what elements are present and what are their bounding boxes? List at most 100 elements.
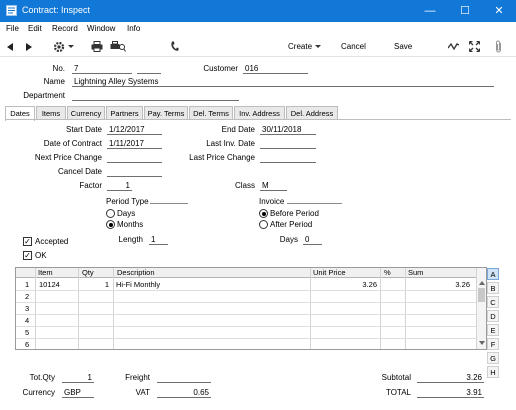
items-grid: Item Qty Description Unit Price % Sum 1 … <box>15 267 487 350</box>
total-field: 3.91 <box>417 388 484 398</box>
side-tab-a[interactable]: A <box>487 268 499 280</box>
row-item-cell[interactable]: 10124 <box>39 279 77 290</box>
cancel-date-field[interactable] <box>107 167 162 177</box>
row-pct-cell[interactable] <box>382 279 402 290</box>
no-suffix-field[interactable] <box>137 64 161 74</box>
create-dropdown-icon[interactable] <box>315 45 321 49</box>
row-qty-cell[interactable]: 1 <box>80 279 109 290</box>
minimize-icon: — <box>424 5 436 17</box>
before-period-radio[interactable] <box>259 209 268 218</box>
currency-field[interactable]: GBP <box>62 388 94 398</box>
class-field[interactable]: M <box>260 181 287 191</box>
tab-del-address[interactable]: Del. Address <box>286 106 338 120</box>
next-record-icon[interactable] <box>26 43 33 51</box>
grid-col-divider <box>113 268 114 349</box>
grid-col-divider <box>78 268 79 349</box>
total-label: TOTAL <box>385 388 411 397</box>
start-date-label: Start Date <box>65 125 102 134</box>
col-header-sum: Sum <box>408 268 424 277</box>
activity-icon[interactable] <box>448 42 459 51</box>
no-field[interactable]: 7 <box>72 64 132 74</box>
accepted-label: Accepted <box>35 237 69 246</box>
vat-label: VAT <box>135 388 150 397</box>
period-days-radio[interactable] <box>106 209 115 218</box>
side-tab-g[interactable]: G <box>487 352 499 364</box>
tot-qty-field: 1 <box>62 373 94 383</box>
length-field[interactable]: 1 <box>149 235 168 245</box>
tab-items[interactable]: Items <box>36 106 66 120</box>
after-period-radio[interactable] <box>259 220 268 229</box>
row-number: 5 <box>25 328 30 337</box>
accepted-checkbox[interactable]: ✓ <box>23 237 32 246</box>
tab-partners[interactable]: Partners <box>106 106 143 120</box>
side-tab-d[interactable]: D <box>487 310 499 322</box>
side-tab-f[interactable]: F <box>487 338 499 350</box>
maximize-icon: ☐ <box>460 5 470 17</box>
window-title: Contract: Inspect <box>22 5 91 15</box>
cancel-date-label: Cancel Date <box>57 167 102 176</box>
side-tab-b[interactable]: B <box>487 282 499 294</box>
period-months-radio[interactable] <box>106 220 115 229</box>
menu-info[interactable]: Info <box>127 24 140 33</box>
department-field[interactable] <box>72 91 239 101</box>
grid-col-divider <box>380 268 381 349</box>
row-number: 6 <box>25 340 30 349</box>
previous-record-icon[interactable] <box>7 43 14 51</box>
row-description-cell[interactable]: Hi-Fi Monthly <box>116 279 306 290</box>
period-type-rule <box>150 203 188 204</box>
gear-icon[interactable] <box>53 41 65 53</box>
save-button[interactable]: Save <box>394 42 412 51</box>
minimize-button[interactable]: — <box>413 0 447 22</box>
menu-window[interactable]: Window <box>87 24 115 33</box>
freight-field[interactable] <box>157 373 211 383</box>
name-field[interactable]: Lightning Alley Systems <box>72 77 494 87</box>
tab-pay-terms[interactable]: Pay. Terms <box>144 106 188 120</box>
tab-currency[interactable]: Currency <box>67 106 105 120</box>
end-date-field[interactable]: 30/11/2018 <box>260 125 316 135</box>
menu-record[interactable]: Record <box>52 24 78 33</box>
factor-field[interactable]: 1 <box>107 181 132 191</box>
grid-scrollbar[interactable] <box>476 268 486 349</box>
row-unit-price-cell[interactable]: 3.26 <box>312 279 377 290</box>
print-icon[interactable] <box>91 41 103 52</box>
menu-file[interactable]: File <box>6 24 19 33</box>
factor-label: Factor <box>79 181 102 190</box>
scroll-up-icon[interactable] <box>479 281 485 285</box>
side-tab-e[interactable]: E <box>487 324 499 336</box>
scroll-down-icon[interactable] <box>479 341 485 345</box>
invoice-rule <box>287 203 342 204</box>
paperclip-icon[interactable] <box>494 40 503 53</box>
cancel-button[interactable]: Cancel <box>341 42 366 51</box>
last-price-change-field[interactable] <box>260 153 316 163</box>
phone-icon[interactable] <box>170 41 179 52</box>
side-tab-h[interactable]: H <box>487 366 499 378</box>
print-preview-icon[interactable] <box>110 41 126 52</box>
scroll-thumb[interactable] <box>478 288 485 302</box>
chevron-down-icon[interactable] <box>68 45 74 49</box>
days-field[interactable]: 0 <box>303 235 322 245</box>
row-number: 4 <box>25 316 30 325</box>
close-button[interactable]: ✕ <box>482 0 516 22</box>
customer-field[interactable]: 016 <box>243 64 308 74</box>
date-of-contract-field[interactable]: 1/11/2017 <box>107 139 162 149</box>
tab-divider <box>5 119 511 120</box>
tab-del-terms[interactable]: Del. Terms <box>189 106 233 120</box>
maximize-button[interactable]: ☐ <box>448 0 482 22</box>
ok-checkbox[interactable]: ✓ <box>23 251 32 260</box>
create-button[interactable]: Create <box>288 42 312 51</box>
grid-row-divider <box>16 326 478 327</box>
tab-inv-address[interactable]: Inv. Address <box>234 106 285 120</box>
after-period-label: After Period <box>270 220 313 229</box>
last-inv-date-field[interactable] <box>260 139 316 149</box>
last-price-change-label: Last Price Change <box>189 153 255 162</box>
row-sum-cell[interactable]: 3.26 <box>407 279 470 290</box>
check-icon: ✓ <box>24 237 31 246</box>
grid-col-divider <box>310 268 311 349</box>
next-price-change-field[interactable] <box>107 153 162 163</box>
menu-edit[interactable]: Edit <box>28 24 42 33</box>
subtotal-label: Subtotal <box>381 373 411 382</box>
start-date-field[interactable]: 1/12/2017 <box>107 125 162 135</box>
grid-row-divider <box>16 338 478 339</box>
side-tab-c[interactable]: C <box>487 296 499 308</box>
fullscreen-icon[interactable] <box>469 41 480 52</box>
